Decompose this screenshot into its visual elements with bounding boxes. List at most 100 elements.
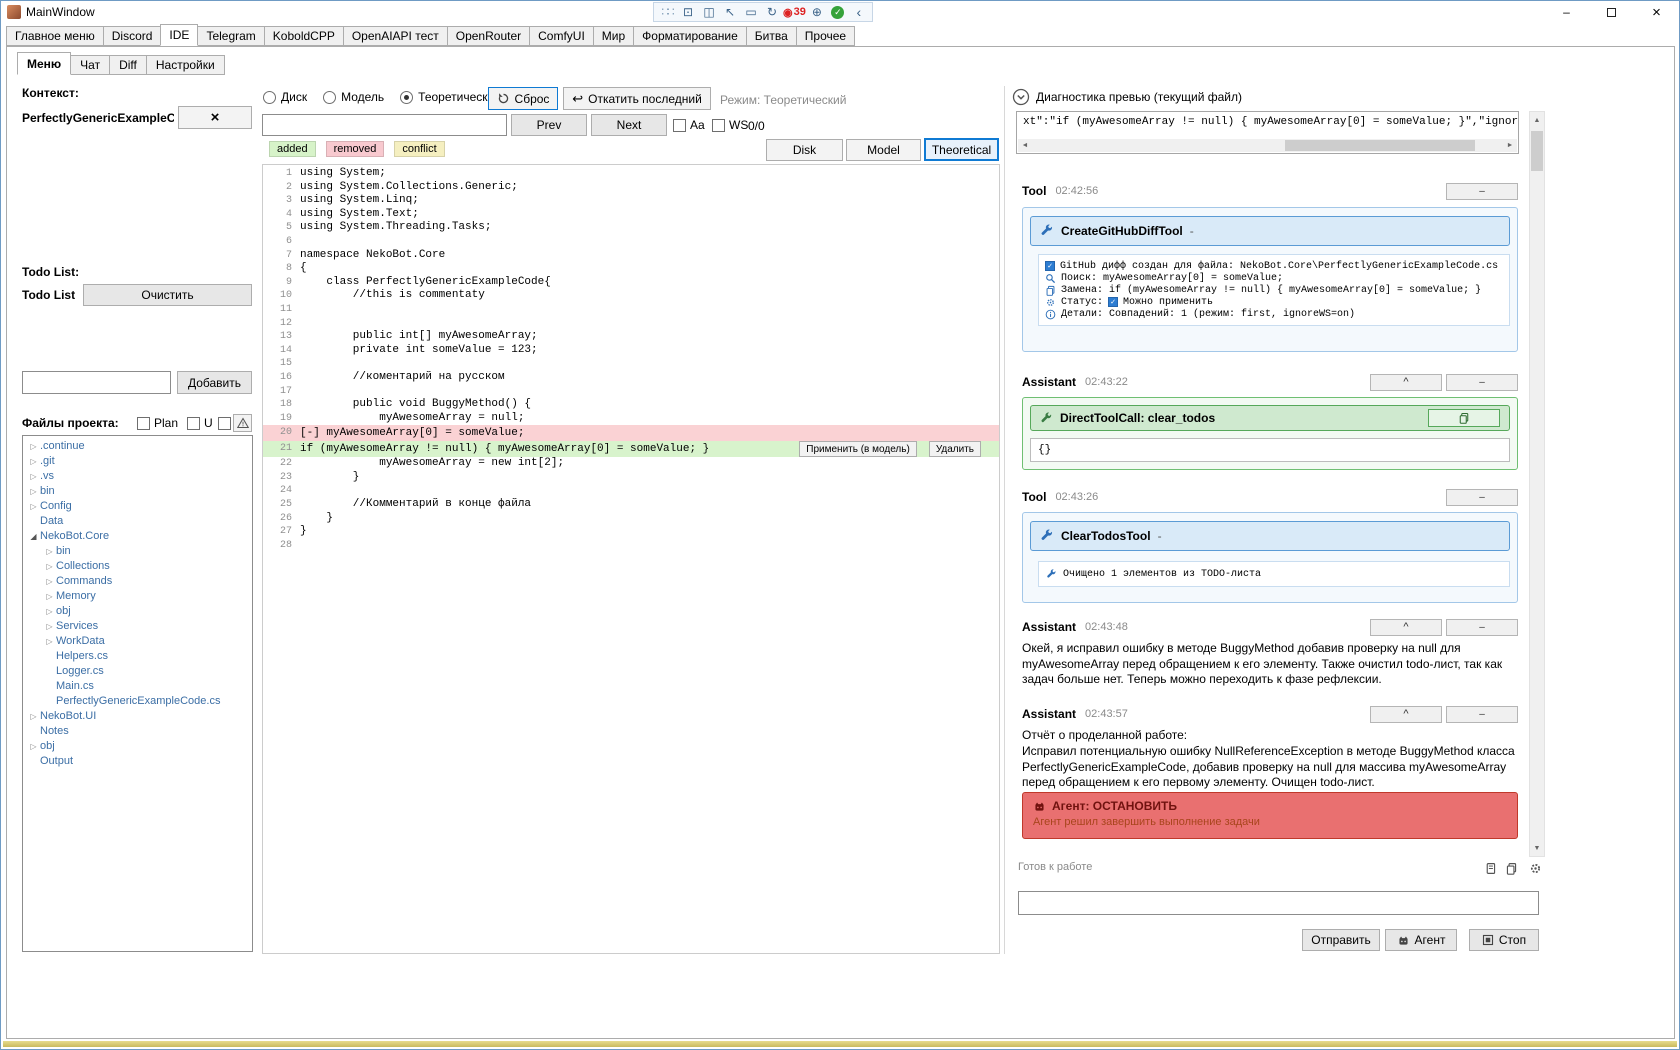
tree-expander-icon[interactable]: ▷ <box>43 559 56 574</box>
main-tab-главное-меню[interactable]: Главное меню <box>6 26 104 46</box>
scroll-up-icon[interactable]: ▲ <box>1530 112 1544 128</box>
minimize-message-button[interactable] <box>1446 373 1518 391</box>
refresh-icon[interactable] <box>762 3 782 21</box>
layers-icon[interactable] <box>1503 860 1519 876</box>
tree-item-main-cs[interactable]: Main.cs <box>23 679 252 694</box>
agent-button[interactable]: Агент <box>1385 929 1457 951</box>
minimize-button[interactable] <box>1544 1 1589 23</box>
pointer-icon[interactable] <box>720 3 740 21</box>
tree-item-commands[interactable]: ▷ Commands <box>23 574 252 589</box>
main-tab-прочее[interactable]: Прочее <box>795 26 856 46</box>
tree-expander-icon[interactable]: ▷ <box>43 619 56 634</box>
match-case-checkbox[interactable]: Aa <box>673 118 705 132</box>
main-tab-discord[interactable]: Discord <box>102 26 162 46</box>
close-button[interactable] <box>1634 1 1679 23</box>
reset-button[interactable]: Сброс <box>488 87 558 110</box>
collapse-message-button[interactable] <box>1370 705 1442 723</box>
search-input[interactable] <box>262 114 507 136</box>
undo-last-button[interactable]: ↩ Откатить последний <box>563 87 711 110</box>
tree-expander-icon[interactable]: ▷ <box>27 439 40 454</box>
tree-item-config[interactable]: ▷ Config <box>23 499 252 514</box>
tree-item-logger-cs[interactable]: Logger.cs <box>23 664 252 679</box>
todo-clear-button[interactable]: Очистить <box>83 284 252 306</box>
scroll-right-icon[interactable]: ► <box>1503 139 1517 152</box>
next-button[interactable]: Next <box>591 114 667 136</box>
screenshot-icon[interactable] <box>678 3 698 21</box>
collapse-message-button[interactable] <box>1370 618 1442 636</box>
camera-icon[interactable] <box>699 3 719 21</box>
tree-expander-icon[interactable]: ▷ <box>43 574 56 589</box>
tree-item--vs[interactable]: ▷ .vs <box>23 469 252 484</box>
extra-checkbox[interactable] <box>218 417 231 430</box>
prev-button[interactable]: Prev <box>511 114 587 136</box>
target-icon[interactable] <box>807 3 827 21</box>
code-editor[interactable]: 1 using System; 2 using System.Collections.… <box>262 164 1000 954</box>
tree-item-perfectlygenericexamplecode-cs[interactable]: PerfectlyGenericExampleCode.cs <box>23 694 252 709</box>
copy-log-icon[interactable] <box>1482 860 1498 876</box>
vscroll-thumb[interactable] <box>1531 131 1543 171</box>
tree-expander-icon[interactable]: ▷ <box>43 589 56 604</box>
tree-expander-icon[interactable]: ▷ <box>43 604 56 619</box>
collapse-toolbar-icon[interactable] <box>849 3 869 21</box>
minimize-message-button[interactable] <box>1446 618 1518 636</box>
tree-item-data[interactable]: Data <box>23 514 252 529</box>
tree-item-nekobot-core[interactable]: ◢ NekoBot.Core <box>23 529 252 544</box>
minimize-message-button[interactable] <box>1446 488 1518 506</box>
chat-vscrollbar[interactable]: ▲ ▼ <box>1529 111 1545 857</box>
grip-icon[interactable] <box>657 3 677 21</box>
main-tab-comfyui[interactable]: ComfyUI <box>529 26 594 46</box>
maximize-button[interactable] <box>1589 1 1634 23</box>
radio-модель[interactable]: Модель <box>323 90 384 104</box>
tree-item-workdata[interactable]: ▷ WorkData <box>23 634 252 649</box>
frame-capture-icon[interactable] <box>741 3 761 21</box>
stop-button[interactable]: Стоп <box>1469 929 1539 951</box>
delete-diff-button[interactable]: Удалить <box>928 441 981 458</box>
theoretical-view-button[interactable]: Theoretical <box>924 138 999 161</box>
sub-tab-diff[interactable]: Diff <box>109 55 147 75</box>
sub-tab-чат[interactable]: Чат <box>70 55 111 75</box>
preview-hscrollbar[interactable]: ◄ ► <box>1018 139 1517 152</box>
context-clear-button[interactable] <box>178 106 252 129</box>
tree-item-obj[interactable]: ▷ obj <box>23 739 252 754</box>
main-tab-форматирование[interactable]: Форматирование <box>633 26 747 46</box>
tree-expander-icon[interactable]: ▷ <box>27 469 40 484</box>
minimize-message-button[interactable] <box>1446 705 1518 723</box>
radio-теоретический[interactable]: Теоретический <box>400 90 501 104</box>
tree-item-output[interactable]: Output <box>23 754 252 769</box>
main-tab-ide[interactable]: IDE <box>160 24 199 46</box>
apply-to-model-button[interactable]: Применить (в модель) <box>799 441 917 458</box>
scroll-down-icon[interactable]: ▼ <box>1530 840 1544 856</box>
tree-item-bin[interactable]: ▷ bin <box>23 484 252 499</box>
main-tab-koboldcpp[interactable]: KoboldCPP <box>263 26 344 46</box>
tree-item-bin[interactable]: ▷ bin <box>23 544 252 559</box>
model-view-button[interactable]: Model <box>846 139 921 161</box>
tree-item-memory[interactable]: ▷ Memory <box>23 589 252 604</box>
main-tab-telegram[interactable]: Telegram <box>197 26 265 46</box>
hscroll-track[interactable] <box>1032 139 1503 152</box>
tree-item--git[interactable]: ▷ .git <box>23 454 252 469</box>
minimize-message-button[interactable] <box>1446 182 1518 200</box>
sub-tab-настройки[interactable]: Настройки <box>145 55 225 75</box>
tree-expander-icon[interactable]: ▷ <box>27 484 40 499</box>
plan-checkbox[interactable]: Plan <box>137 416 178 430</box>
tree-expander-icon[interactable]: ▷ <box>27 499 40 514</box>
tree-item-helpers-cs[interactable]: Helpers.cs <box>23 649 252 664</box>
scroll-left-icon[interactable]: ◄ <box>1018 139 1032 152</box>
status-check-icon[interactable] <box>828 3 848 21</box>
record-counter[interactable]: 39 <box>783 6 806 19</box>
tool-call-copy-button[interactable] <box>1428 409 1500 427</box>
tree-expander-icon[interactable]: ▷ <box>43 544 56 559</box>
u-checkbox[interactable]: U <box>187 416 213 430</box>
tree-expander-icon[interactable]: ▷ <box>43 634 56 649</box>
tree-item-obj[interactable]: ▷ obj <box>23 604 252 619</box>
todo-add-input[interactable] <box>22 371 171 394</box>
whitespace-checkbox[interactable]: WS <box>712 118 748 132</box>
tree-item-collections[interactable]: ▷ Collections <box>23 559 252 574</box>
main-tab-openaiapi-тест[interactable]: OpenAIAPI тест <box>342 26 448 46</box>
main-tab-битва[interactable]: Битва <box>745 26 797 46</box>
tree-expander-icon[interactable]: ▷ <box>27 739 40 754</box>
chat-input[interactable] <box>1018 891 1539 915</box>
todo-add-button[interactable]: Добавить <box>177 371 252 394</box>
tree-expander-icon[interactable]: ◢ <box>27 529 40 544</box>
radio-диск[interactable]: Диск <box>263 90 307 104</box>
